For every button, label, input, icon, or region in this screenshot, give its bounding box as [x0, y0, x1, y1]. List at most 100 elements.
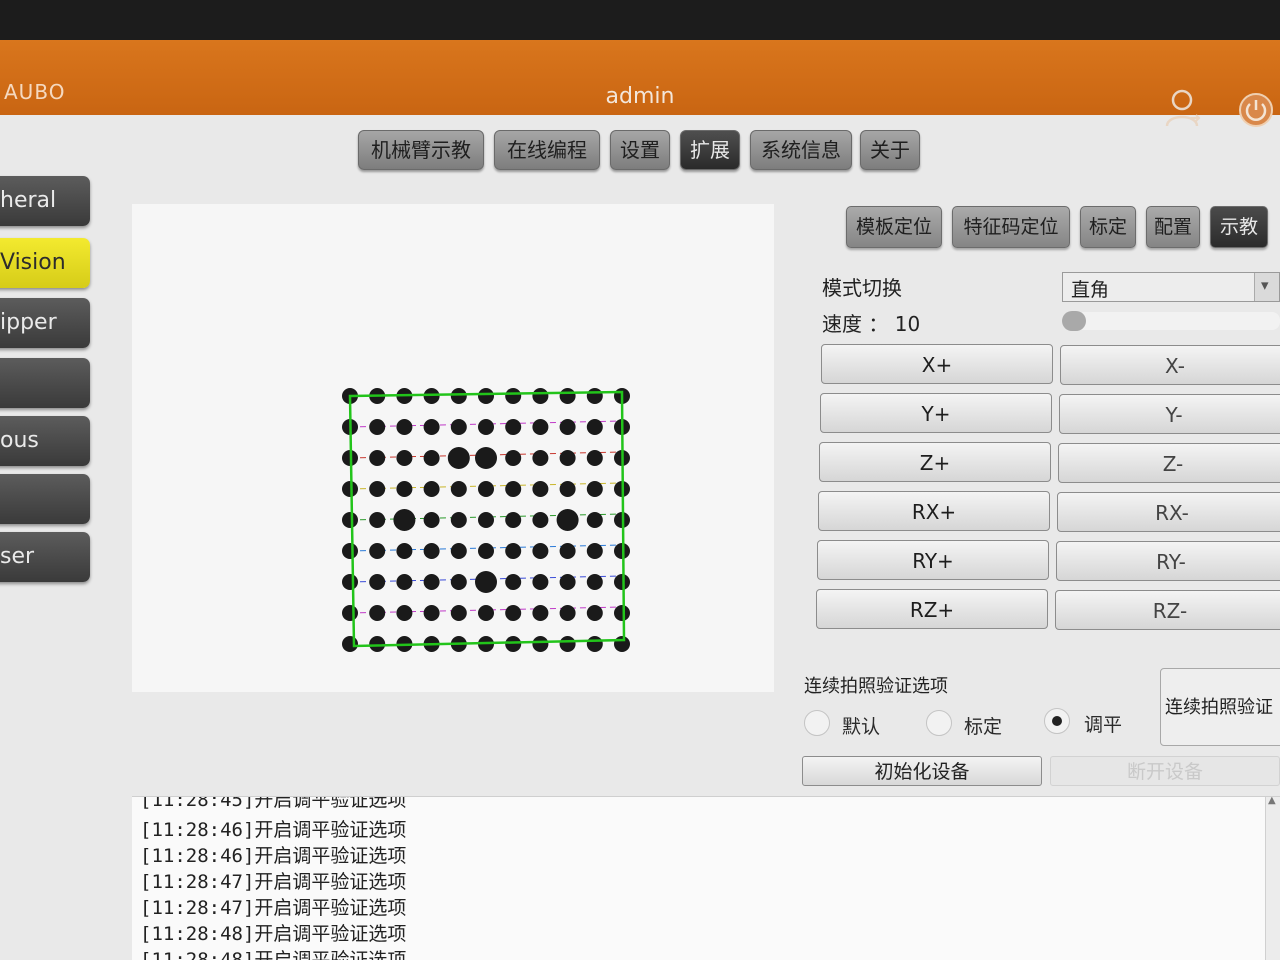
calibration-dot — [614, 605, 630, 621]
calibration-dot — [532, 419, 549, 435]
tab-settings[interactable]: 设置 — [610, 130, 670, 170]
jog-z-plus-button[interactable]: Z+ — [819, 442, 1051, 482]
tab-template-locate[interactable]: 模板定位 — [846, 206, 942, 248]
calibration-dot — [505, 543, 522, 559]
speed-slider-handle[interactable] — [1062, 311, 1086, 331]
calibration-dot — [478, 512, 494, 528]
calibration-dot — [559, 636, 576, 652]
radio-leveling[interactable] — [1044, 708, 1070, 734]
calibration-dot — [450, 543, 467, 559]
calibration-dot — [559, 605, 576, 621]
tab-extension[interactable]: 扩展 — [680, 130, 740, 170]
log-line: [11:28:46]开启调平验证选项 — [140, 845, 407, 867]
calibration-dot — [478, 481, 494, 497]
calibration-dot — [614, 574, 630, 590]
calibration-dot — [586, 419, 603, 435]
radio-default[interactable] — [804, 710, 830, 736]
tab-online-programming[interactable]: 在线编程 — [494, 130, 600, 170]
calibration-dot — [423, 605, 440, 621]
sidebar-label: ous — [0, 428, 39, 453]
mode-select[interactable]: 直角 — [1062, 272, 1280, 302]
tab-about[interactable]: 关于 — [860, 130, 920, 170]
tab-calibrate[interactable]: 标定 — [1080, 206, 1136, 248]
jog-ry-minus-button[interactable]: RY- — [1056, 541, 1280, 581]
verify-options-title: 连续拍照验证选项 — [804, 676, 948, 697]
calibration-dot — [475, 447, 497, 469]
calibration-dot — [369, 481, 386, 497]
calibration-dot — [586, 388, 603, 404]
calibration-dot — [505, 481, 522, 497]
calibration-dot — [532, 574, 549, 590]
calibration-dot — [586, 512, 603, 528]
calibration-dot — [393, 509, 416, 531]
sidebar-item-6[interactable] — [0, 474, 90, 524]
calibration-dot — [505, 419, 522, 435]
calibration-dot — [532, 543, 549, 559]
calibration-dot — [478, 388, 494, 404]
jog-x-minus-button[interactable]: X- — [1060, 345, 1280, 385]
calibration-dot — [505, 512, 522, 528]
calibration-dot — [450, 388, 467, 404]
jog-y-plus-button[interactable]: Y+ — [820, 393, 1052, 433]
calibration-dot — [450, 512, 467, 528]
mode-label: 模式切换 — [822, 276, 902, 300]
calibration-dot — [586, 450, 603, 466]
calibration-dot — [369, 450, 386, 466]
mode-value: 直角 — [1071, 279, 1110, 301]
speed-label: 速度 ： 10 — [822, 312, 921, 336]
log-scrollbar[interactable] — [1265, 797, 1280, 960]
calibration-dot — [342, 512, 358, 528]
log-line: [11:28:45]开启调平验证选项 — [140, 796, 407, 811]
calibration-dot — [450, 574, 467, 590]
calibration-dot — [369, 512, 386, 528]
jog-rx-minus-button[interactable]: RX- — [1057, 492, 1280, 532]
power-icon[interactable] — [1238, 92, 1274, 128]
calibration-dot — [478, 543, 494, 559]
continuous-capture-verify-button[interactable]: 连续拍照验证 — [1160, 668, 1280, 746]
tab-feature-code-locate[interactable]: 特征码定位 — [952, 206, 1070, 248]
calibration-dot — [505, 605, 522, 621]
calibration-dot — [478, 605, 494, 621]
camera-view[interactable] — [132, 204, 774, 692]
tab-teach[interactable]: 示教 — [1210, 206, 1268, 248]
log-line: [11:28:48]开启调平验证选项 — [140, 923, 407, 945]
jog-y-minus-button[interactable]: Y- — [1059, 394, 1280, 434]
jog-rx-plus-button[interactable]: RX+ — [818, 491, 1050, 531]
calibration-dot — [396, 419, 413, 435]
init-device-button[interactable]: 初始化设备 — [802, 756, 1042, 786]
log-line: [11:28:47]开启调平验证选项 — [140, 897, 407, 919]
disconnect-device-button[interactable]: 断开设备 — [1050, 756, 1280, 786]
jog-z-minus-button[interactable]: Z- — [1058, 443, 1280, 483]
calibration-dot — [505, 636, 522, 652]
calibration-dot — [423, 419, 440, 435]
calibration-dot — [559, 574, 576, 590]
sidebar-item-bus[interactable]: ous — [0, 416, 90, 466]
calibration-dot — [369, 574, 386, 590]
calibration-dot — [447, 447, 470, 469]
radio-calibrate[interactable] — [926, 710, 952, 736]
calibration-dot — [559, 450, 576, 466]
jog-rz-minus-button[interactable]: RZ- — [1055, 590, 1280, 630]
jog-rz-plus-button[interactable]: RZ+ — [816, 589, 1048, 629]
tab-config[interactable]: 配置 — [1146, 206, 1200, 248]
title-bar: AUBO admin — [0, 40, 1280, 127]
calibration-dot — [450, 481, 467, 497]
user-title: admin — [605, 84, 675, 109]
sidebar-item-vision[interactable]: Vision — [0, 238, 90, 288]
sidebar-item-4[interactable] — [0, 358, 90, 408]
sidebar-item-gripper[interactable]: ipper — [0, 298, 90, 348]
jog-x-plus-button[interactable]: X+ — [821, 344, 1053, 384]
speed-slider[interactable] — [1062, 312, 1280, 330]
log-panel[interactable]: [11:28:45]开启调平验证选项 [11:28:46]开启调平验证选项 [1… — [132, 796, 1280, 960]
calibration-dot — [532, 481, 549, 497]
tab-system-info[interactable]: 系统信息 — [750, 130, 852, 170]
calibration-dot — [559, 419, 576, 435]
user-icon[interactable] — [1165, 88, 1203, 128]
sidebar-item-user[interactable]: ser — [0, 532, 90, 582]
calibration-dot — [342, 481, 358, 497]
jog-ry-plus-button[interactable]: RY+ — [817, 540, 1049, 580]
sidebar-item-peripheral[interactable]: heral — [0, 176, 90, 226]
tab-robot-teach[interactable]: 机械臂示教 — [358, 130, 484, 170]
calibration-dot — [342, 636, 358, 652]
calibration-dot — [505, 574, 522, 590]
